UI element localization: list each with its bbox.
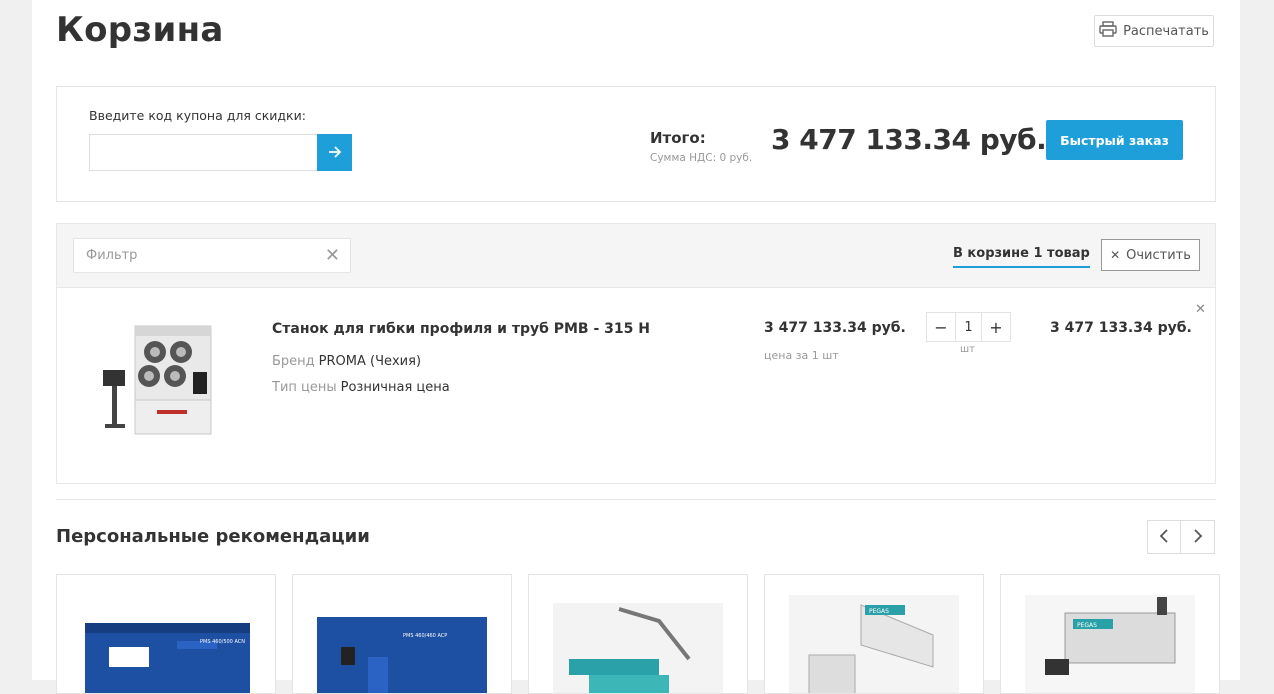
print-button[interactable]: Распечатать [1094,15,1214,47]
price-type-value: Розничная цена [340,380,450,395]
product-name-link[interactable]: Станок для гибки профиля и труб PMB - 31… [272,321,650,337]
coupon-label: Введите код купона для скидки: [89,108,306,123]
quick-order-button[interactable]: Быстрый заказ [1046,120,1183,160]
product-prop-brand: Бренд PROMA (Чехия) [272,354,421,369]
card-caption: PMS 460/460 ACP [403,633,447,639]
recommendation-card[interactable]: PMS 460/500 ACN [56,574,276,694]
chevron-right-icon [1193,528,1203,547]
vat-label: Сумма НДС: 0 руб. [650,152,753,164]
recommendations-title: Персональные рекомендации [56,526,370,547]
page-title: Корзина [56,10,224,50]
carousel-next-button[interactable] [1181,520,1215,554]
brand-value: PROMA (Чехия) [318,354,422,369]
cart-count-tab[interactable]: В корзине 1 товар [953,246,1090,268]
print-button-label: Распечатать [1123,23,1209,39]
clear-cart-button[interactable]: ✕ Очистить [1101,239,1200,271]
filter-clear-icon[interactable]: ✕ [325,247,340,265]
recommendation-card[interactable]: PEGAS [764,574,984,694]
product-prop-price-type: Тип цены Розничная цена [272,380,450,395]
divider [56,499,1216,500]
coupon-input[interactable] [89,134,318,171]
arrow-right-icon [328,143,342,162]
recommendations-list: PMS 460/500 ACN PMS 460/460 ACP PEGAS PE… [56,574,1220,694]
recommendation-card[interactable] [528,574,748,694]
card-caption: PEGAS [869,608,889,615]
unit-price-note: цена за 1 шт [764,349,839,362]
recommendation-card[interactable]: PMS 460/460 ACP [292,574,512,694]
quantity-stepper: − 1 + [926,312,1011,342]
close-icon: ✕ [1110,248,1121,262]
remove-item-icon[interactable]: ✕ [1195,302,1206,317]
cart-toolbar: Фильтр ✕ В корзине 1 товар ✕ Очистить [56,223,1216,288]
quantity-unit: шт [960,344,975,355]
order-summary: Введите код купона для скидки: Итого: Су… [56,86,1216,202]
brand-label: Бренд [272,354,315,369]
decrease-quantity-button[interactable]: − [927,313,955,341]
line-total: 3 477 133.34 руб. [1050,320,1192,336]
coupon-submit-button[interactable] [317,134,352,171]
price-type-label: Тип цены [272,380,337,395]
product-image[interactable] [97,314,233,448]
cart-page: Корзина Распечатать Введите код купона д… [32,0,1240,694]
card-caption: PMS 460/500 ACN [200,639,245,645]
cart-item: Станок для гибки профиля и труб PMB - 31… [56,288,1216,484]
recommendation-card[interactable]: PEGAS [1000,574,1220,694]
increase-quantity-button[interactable]: + [982,313,1010,341]
carousel-prev-button[interactable] [1147,520,1181,554]
quantity-input[interactable]: 1 [955,313,982,341]
chevron-left-icon [1159,528,1169,547]
clear-cart-label: Очистить [1126,247,1191,263]
total-value: 3 477 133.34 руб. [771,123,1047,156]
filter-placeholder: Фильтр [86,248,138,263]
unit-price: 3 477 133.34 руб. [764,320,906,336]
total-label: Итого: [650,129,706,147]
carousel-controls [1147,520,1215,554]
card-caption: PEGAS [1077,622,1097,629]
printer-icon [1099,21,1117,41]
filter-input[interactable]: Фильтр ✕ [73,238,351,273]
